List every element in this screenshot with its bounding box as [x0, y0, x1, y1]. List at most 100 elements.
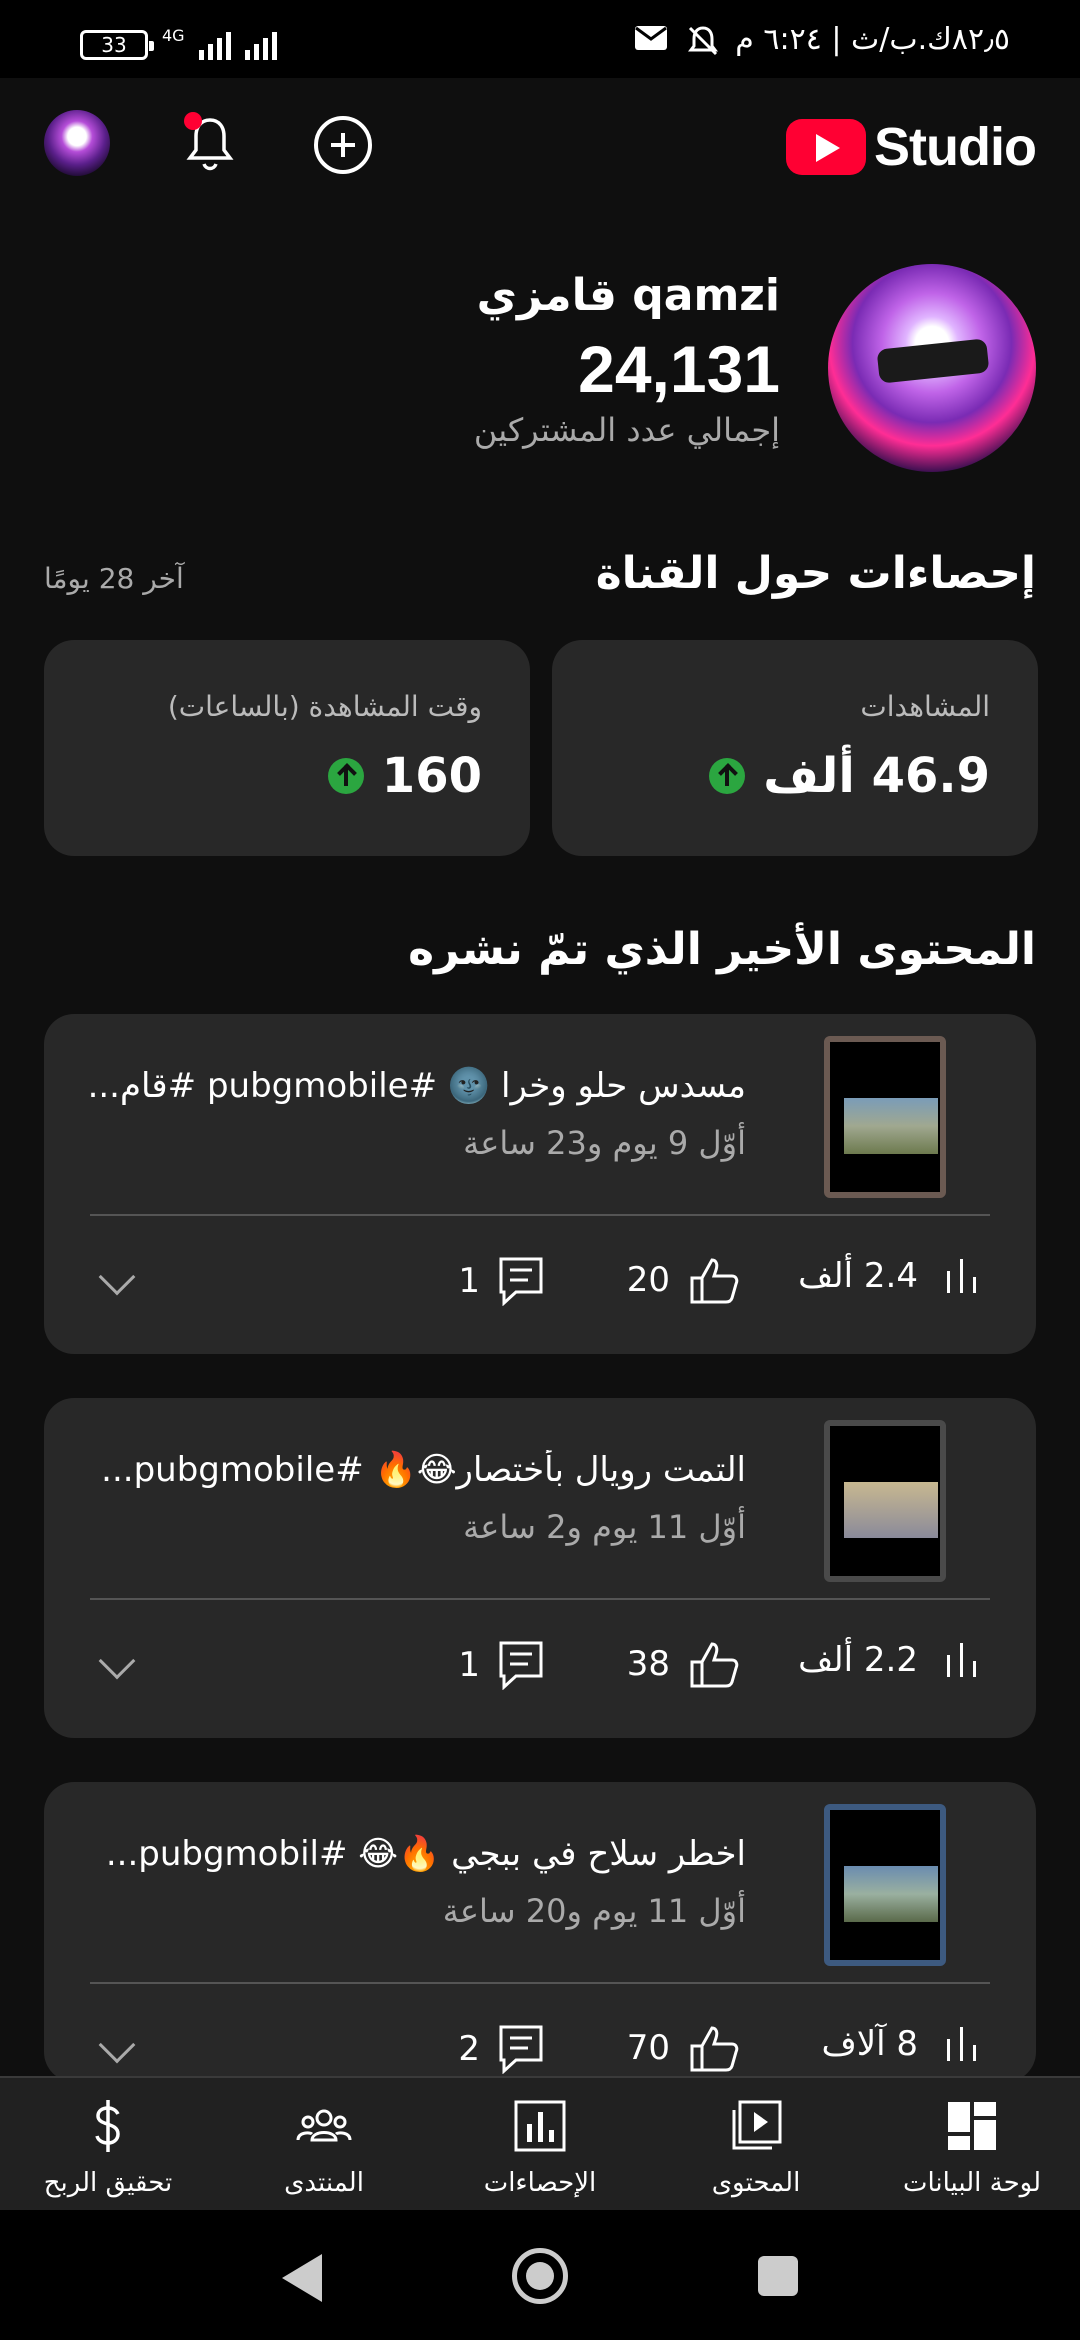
- analytics-period: آخر 28 يومًا: [44, 562, 184, 595]
- nav-dashboard[interactable]: لوحة البيانات: [864, 2078, 1080, 2210]
- comment-icon: [499, 1641, 543, 1690]
- community-icon: [296, 2109, 352, 2142]
- channel-info: qamzi قامزي 24,131 إجمالي عدد المشتركين: [474, 270, 780, 449]
- views-bars-icon: [936, 1643, 976, 1677]
- likes-metric: 38: [627, 1640, 740, 1688]
- expand-chevron-icon[interactable]: [98, 1642, 136, 1680]
- nav-monetization[interactable]: تحقيق الربح: [0, 2078, 216, 2210]
- views-value: 46.9 ألف: [763, 748, 990, 804]
- views-count: 2.4 ألف: [798, 1256, 918, 1296]
- trend-up-icon: [709, 758, 746, 794]
- watchtime-value-row: 160: [327, 748, 482, 804]
- watchtime-card[interactable]: وقت المشاهدة (بالساعات) 160: [44, 640, 530, 856]
- video-title: التمت رويال بأختصار😂🔥 #pubgmobile...: [101, 1450, 746, 1490]
- likes-count: 70: [626, 2028, 670, 2068]
- back-icon[interactable]: [282, 2254, 322, 2302]
- comment-icon: [499, 1257, 543, 1306]
- watchtime-value: 160: [381, 748, 482, 804]
- status-left: 33 4G: [80, 26, 277, 60]
- likes-count: 38: [626, 1644, 670, 1684]
- nav-analytics[interactable]: الإحصاءات: [432, 2078, 648, 2210]
- status-icons: [634, 24, 720, 58]
- expand-chevron-icon[interactable]: [98, 2026, 136, 2064]
- video-thumbnail[interactable]: [824, 1804, 946, 1966]
- views-label: المشاهدات: [860, 690, 990, 723]
- notification-dot: [184, 112, 202, 130]
- brand-text: Studio: [874, 117, 1037, 177]
- account-avatar[interactable]: [44, 110, 110, 176]
- home-icon[interactable]: [512, 2248, 568, 2304]
- nav-content[interactable]: المحتوى: [648, 2078, 864, 2210]
- video-title: مسدس حلو وخرا 🌚 #pubgmobile #قام...: [87, 1066, 746, 1106]
- clock: ٦:٢٤ م: [735, 22, 822, 57]
- views-card[interactable]: المشاهدات 46.9 ألف: [552, 640, 1038, 856]
- divider: [90, 1982, 990, 1984]
- analytics-title: إحصاءات حول القناة: [595, 548, 1036, 599]
- views-bars-icon: [936, 2027, 976, 2061]
- views-count: 8 آلاف: [821, 2024, 918, 2064]
- mute-bell-icon: [688, 26, 718, 56]
- dashboard-icon: [948, 2102, 996, 2150]
- battery-icon: 33: [80, 30, 154, 60]
- nav-label: المنتدى: [284, 2168, 364, 2198]
- monetization-icon: [95, 2100, 120, 2152]
- video-card[interactable]: اخطر سلاح في ببجي 🔥😂 #pubgmobil... أوّل …: [44, 1782, 1036, 2082]
- divider: [90, 1598, 990, 1600]
- views-metric: 2.4 ألف: [798, 1256, 976, 1296]
- comments-count: 1: [458, 1261, 480, 1301]
- channel-avatar[interactable]: [828, 264, 1036, 472]
- create-plus-icon[interactable]: [314, 116, 372, 174]
- notification-bell-icon[interactable]: [180, 112, 240, 176]
- subscriber-count: 24,131: [578, 332, 780, 406]
- channel-name: qamzi قامزي: [476, 270, 780, 321]
- nav-label: المحتوى: [711, 2168, 801, 2198]
- comments-metric: 2: [458, 2024, 544, 2074]
- nav-label: تحقيق الربح: [43, 2168, 173, 2198]
- like-icon: [690, 1258, 739, 1304]
- likes-metric: 20: [627, 1256, 740, 1304]
- video-title: اخطر سلاح في ببجي 🔥😂 #pubgmobil...: [105, 1834, 746, 1874]
- status-bar: 33 4G ٨٢٫٥ك.ب/ث | ٦:٢٤ م: [0, 0, 1080, 78]
- views-count: 2.2 ألف: [798, 1640, 918, 1680]
- nav-community[interactable]: المنتدى: [216, 2078, 432, 2210]
- likes-metric: 70: [627, 2024, 740, 2072]
- watchtime-label: وقت المشاهدة (بالساعات): [167, 690, 482, 723]
- views-metric: 8 آلاف: [821, 2024, 976, 2064]
- like-icon: [690, 1642, 739, 1688]
- mail-icon: [635, 26, 667, 50]
- comments-metric: 1: [458, 1640, 544, 1690]
- net-speed: ٨٢٫٥ك.ب/ث: [851, 22, 1010, 57]
- video-age: أوّل 11 يوم و2 ساعة: [463, 1508, 746, 1546]
- video-age: أوّل 11 يوم و20 ساعة: [442, 1892, 746, 1930]
- video-age: أوّل 9 يوم و23 ساعة: [463, 1124, 746, 1162]
- trend-up-icon: [327, 758, 364, 794]
- comment-icon: [499, 2025, 543, 2074]
- network-type: 4G: [162, 25, 185, 45]
- content-icon: [732, 2100, 782, 2150]
- video-thumbnail[interactable]: [824, 1036, 946, 1198]
- bottom-nav: لوحة البيانات المحتوى الإحصاءات المنتدى …: [0, 2076, 1080, 2210]
- video-thumbnail[interactable]: [824, 1420, 946, 1582]
- video-card[interactable]: مسدس حلو وخرا 🌚 #pubgmobile #قام... أوّل…: [44, 1014, 1036, 1354]
- studio-logo: Studio: [786, 116, 1037, 178]
- nav-label: الإحصاءات: [483, 2168, 597, 2198]
- signal-icon: [198, 30, 231, 60]
- views-metric: 2.2 ألف: [798, 1640, 976, 1680]
- views-value-row: 46.9 ألف: [709, 748, 990, 804]
- video-card[interactable]: التمت رويال بأختصار😂🔥 #pubgmobile... أوّ…: [44, 1398, 1036, 1738]
- nav-label: لوحة البيانات: [902, 2168, 1042, 2198]
- comments-count: 1: [458, 1645, 480, 1685]
- like-icon: [690, 2026, 739, 2072]
- recent-title: المحتوى الأخير الذي تمّ نشره: [408, 924, 1036, 975]
- app-header: Studio: [0, 78, 1080, 208]
- subscriber-label: إجمالي عدد المشتركين: [473, 411, 780, 449]
- system-nav-bar: [0, 2210, 1080, 2340]
- recents-icon[interactable]: [758, 2256, 798, 2296]
- comments-count: 2: [458, 2029, 480, 2069]
- expand-chevron-icon[interactable]: [98, 1258, 136, 1296]
- views-bars-icon: [936, 1259, 976, 1293]
- signal-icon-2: [244, 30, 277, 60]
- youtube-logo-icon: [786, 119, 867, 175]
- likes-count: 20: [626, 1260, 670, 1300]
- divider: [90, 1214, 990, 1216]
